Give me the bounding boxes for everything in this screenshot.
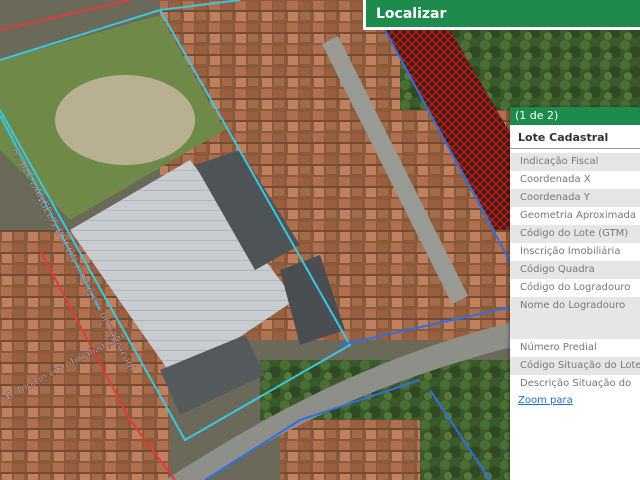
field-label: Geometria Aproximada [520,210,636,221]
field-label: Número Predial [520,342,597,353]
field-label: Descrição Situação do [520,378,632,389]
field-label: Nome do Logradouro [510,297,640,339]
field-label: Código Situação do Lote [510,357,640,375]
field-label: Coordenada Y [510,189,640,207]
zoom-to-link[interactable]: Zoom para [510,393,640,409]
field-label: Inscrição Imobiliária [520,246,621,257]
popup-pager[interactable]: (1 de 2) [510,107,640,125]
bare-soil [55,75,195,165]
field-label: Código do Logradouro [520,282,631,293]
field-label: Código do Lote (GTM) [510,225,640,243]
search-label[interactable]: Localizar [366,6,446,22]
field-label: Indicação Fiscal [510,153,640,171]
search-bar[interactable]: Localizar [363,0,640,30]
field-label: Código Quadra [510,261,640,279]
feature-popup: (1 de 2) Lote Cadastral Indicação Fiscal… [510,107,640,480]
field-label: Coordenada X [520,174,591,185]
popup-title: Lote Cadastral [510,125,640,149]
